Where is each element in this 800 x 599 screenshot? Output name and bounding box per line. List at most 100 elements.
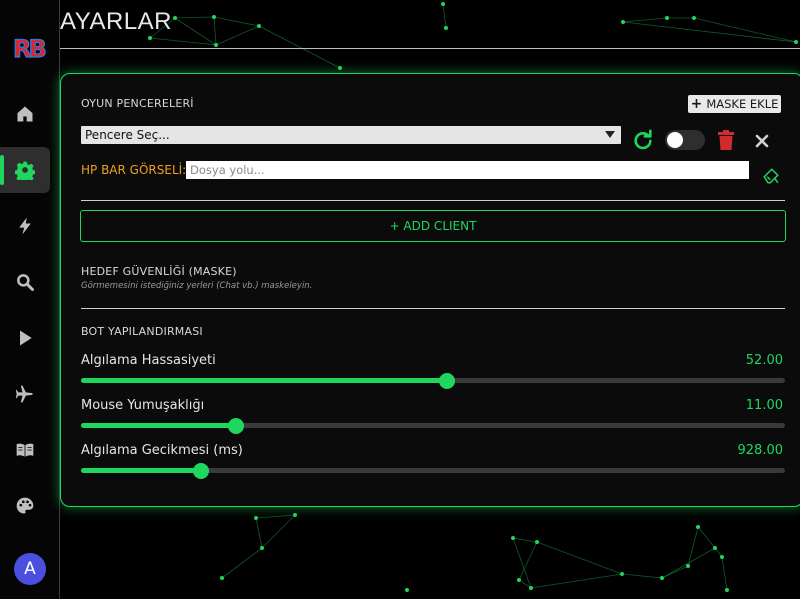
game-windows-label: OYUN PENCERELERİ — [81, 97, 194, 110]
slider-value: 928.00 — [737, 443, 784, 458]
network-node — [405, 588, 409, 592]
add-client-button[interactable]: + ADD CLIENT — [80, 210, 786, 242]
network-node — [517, 578, 521, 582]
window-toggle[interactable] — [665, 130, 705, 150]
svg-text:RB: RB — [13, 35, 45, 62]
slider-thumb[interactable] — [227, 418, 244, 434]
chevron-down-icon — [605, 131, 615, 138]
close-icon — [755, 134, 769, 148]
add-mask-label: MASKE EKLE — [706, 97, 779, 111]
network-line — [215, 25, 260, 46]
slider-fill — [81, 378, 448, 383]
refresh-icon — [634, 129, 652, 150]
avatar[interactable]: A — [14, 553, 46, 585]
slider-fill — [81, 468, 201, 473]
network-line — [721, 556, 728, 591]
gear-icon — [15, 161, 35, 180]
home-icon — [17, 106, 33, 122]
network-node — [692, 16, 696, 20]
sensitivity-slider[interactable] — [81, 373, 785, 389]
delete-button[interactable] — [715, 129, 737, 151]
palette-icon — [16, 497, 34, 514]
network-node — [660, 576, 664, 580]
section-divider — [81, 200, 785, 201]
network-node — [665, 16, 669, 20]
eyedropper-icon — [763, 168, 779, 184]
book-icon — [16, 443, 34, 457]
network-line — [512, 537, 532, 589]
network-node — [148, 36, 152, 40]
sidebar-item-travel[interactable] — [0, 371, 50, 417]
slider-value: 52.00 — [745, 353, 783, 368]
network-line — [255, 514, 296, 519]
network-node — [529, 586, 533, 590]
slider-label: Algılama Gecikmesi (ms) — [81, 443, 243, 458]
delay-slider[interactable] — [81, 463, 785, 479]
network-line — [530, 573, 623, 589]
network-line — [442, 3, 447, 29]
network-node — [620, 572, 624, 576]
search-icon — [17, 274, 34, 291]
network-line — [661, 565, 689, 579]
close-button[interactable] — [751, 130, 773, 152]
sidebar-item-docs[interactable] — [0, 427, 50, 473]
network-line — [174, 16, 215, 19]
network-node — [511, 536, 515, 540]
network-node — [214, 43, 218, 47]
hp-bar-path-input[interactable] — [186, 161, 749, 179]
slider-thumb[interactable] — [192, 463, 209, 479]
hp-bar-label: HP BAR GÖRSELİ: — [81, 163, 187, 177]
network-line — [512, 537, 538, 543]
sidebar-item-run[interactable] — [0, 315, 50, 361]
sidebar-item-automation[interactable] — [0, 203, 50, 249]
play-icon — [20, 330, 32, 346]
pick-image-button[interactable] — [759, 164, 783, 188]
network-node — [686, 564, 690, 568]
sidebar-item-home[interactable] — [0, 91, 50, 137]
network-line — [697, 526, 716, 549]
network-node — [441, 2, 445, 6]
app-logo: RB — [13, 34, 47, 62]
slider-fill — [81, 423, 236, 428]
bot-config-label: BOT YAPILANDIRMASI — [81, 325, 203, 338]
sidebar-item-search[interactable] — [0, 259, 50, 305]
title-divider — [60, 48, 800, 49]
sidebar-item-settings[interactable] — [0, 147, 50, 193]
network-node — [713, 546, 717, 550]
airplane-icon — [15, 385, 33, 403]
lightning-icon — [19, 217, 31, 235]
window-select[interactable]: Pencere Seç... — [81, 126, 621, 144]
network-node — [220, 576, 224, 580]
add-mask-button[interactable]: + MASKE EKLE — [688, 95, 781, 113]
sidebar-item-theme[interactable] — [0, 483, 50, 529]
smoothing-slider[interactable] — [81, 418, 785, 434]
slider-thumb[interactable] — [439, 373, 456, 389]
sidebar: RB A — [0, 0, 60, 599]
network-node — [212, 15, 216, 19]
network-node — [535, 540, 539, 544]
target-security-hint: Görmemesini istediğiniz yerleri (Chat vb… — [81, 281, 313, 291]
network-node — [794, 40, 798, 44]
network-line — [213, 16, 217, 46]
section-divider — [81, 308, 785, 309]
slider-value: 11.00 — [745, 398, 783, 413]
network-line — [258, 25, 341, 69]
network-node — [621, 20, 625, 24]
network-line — [221, 547, 263, 579]
network-line — [261, 514, 296, 549]
window-select-value: Pencere Seç... — [85, 128, 170, 142]
network-line — [693, 17, 797, 43]
network-node — [260, 546, 264, 550]
toggle-knob — [667, 132, 683, 148]
network-line — [536, 541, 623, 575]
network-line — [621, 573, 663, 579]
trash-icon — [718, 130, 734, 150]
network-node — [338, 66, 342, 70]
network-line — [149, 37, 217, 46]
network-line — [622, 21, 797, 43]
refresh-button[interactable] — [630, 128, 656, 152]
target-security-label: HEDEF GÜVENLİĞİ (MASKE) — [81, 265, 237, 278]
slider-label: Algılama Hassasiyeti — [81, 353, 216, 368]
page-title: AYARLAR — [60, 8, 172, 35]
network-line — [622, 17, 668, 23]
